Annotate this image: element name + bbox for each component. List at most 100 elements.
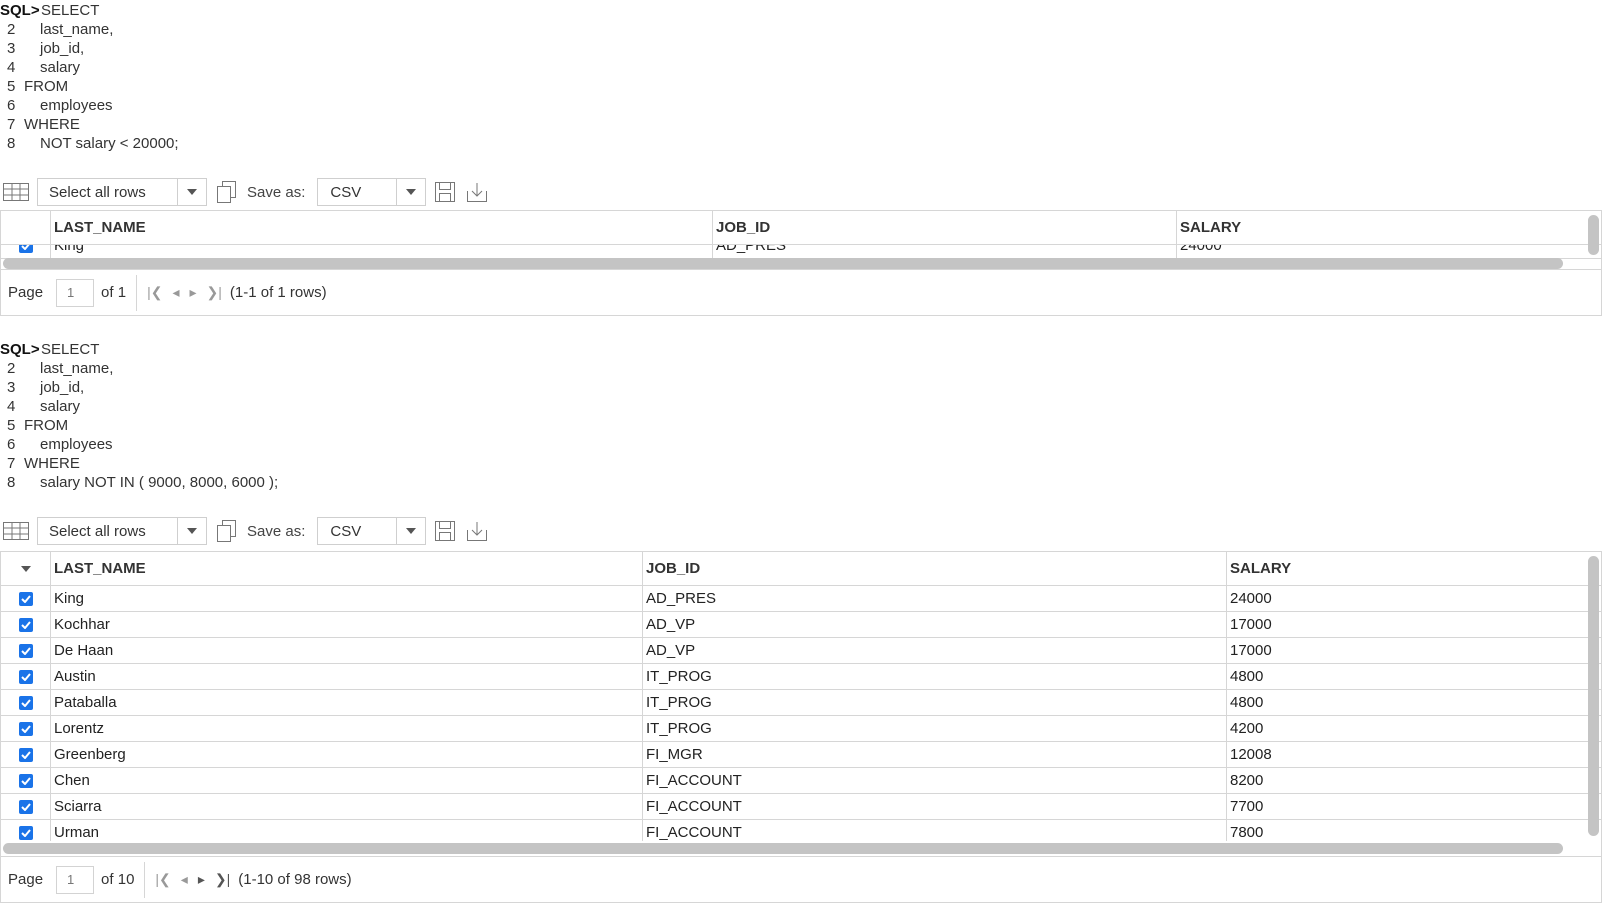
first-page-icon[interactable]: |❮	[155, 871, 170, 888]
checkbox-checked-icon[interactable]	[18, 591, 33, 606]
vertical-scrollbar[interactable]	[1588, 215, 1599, 255]
table-row[interactable]: Urman FI_ACCOUNT 7800	[1, 820, 1601, 841]
sql-prompt: SQL>	[0, 2, 40, 19]
table-row[interactable]: Lorentz IT_PROG 4200	[1, 716, 1601, 742]
row-checkbox[interactable]	[1, 794, 50, 819]
row-checkbox[interactable]	[1, 612, 50, 637]
last-page-icon[interactable]: ❯|	[207, 284, 222, 301]
pagination-bar-2: Page 1 of 10 |❮ ◂ ▸ ❯| (1-10 of 98 rows)	[0, 857, 1602, 903]
next-page-icon[interactable]: ▸	[189, 284, 196, 301]
checkbox-checked-icon[interactable]	[18, 643, 33, 658]
table-row[interactable]: De Haan AD_VP 17000	[1, 638, 1601, 664]
row-checkbox[interactable]	[1, 716, 50, 741]
cell-last-name: De Haan	[50, 638, 642, 663]
export-format-dropdown[interactable]: CSV	[317, 517, 427, 545]
cell-job-id: AD_VP	[642, 612, 1226, 637]
table-header: LAST_NAME JOB_ID SALARY	[1, 552, 1601, 586]
column-header-last-name[interactable]: LAST_NAME	[50, 552, 642, 585]
checkbox-checked-icon[interactable]	[18, 825, 33, 840]
row-checkbox[interactable]	[1, 820, 50, 841]
download-icon[interactable]	[464, 179, 490, 205]
cell-salary: 24000	[1226, 586, 1589, 611]
cell-last-name: Kochhar	[50, 612, 642, 637]
horizontal-scrollbar[interactable]	[3, 843, 1563, 854]
row-checkbox[interactable]	[1, 586, 50, 611]
column-header-job-id[interactable]: JOB_ID	[642, 552, 1226, 585]
sql-code: employees	[40, 436, 113, 453]
checkbox-checked-icon[interactable]	[18, 773, 33, 788]
row-count: (1-1 of 1 rows)	[229, 284, 327, 301]
sql-line: 3 job_id,	[0, 39, 179, 58]
cell-last-name: Urman	[50, 820, 642, 841]
table-row[interactable]: King AD_PRES 24000	[1, 586, 1601, 612]
row-checkbox[interactable]	[1, 664, 50, 689]
next-page-icon[interactable]: ▸	[198, 871, 205, 888]
row-checkbox[interactable]	[1, 245, 50, 258]
last-page-icon[interactable]: ❯|	[215, 871, 230, 888]
page-number-input[interactable]: 1	[56, 278, 95, 307]
vertical-scrollbar[interactable]	[1588, 556, 1599, 836]
cell-salary: 8200	[1226, 768, 1589, 793]
save-icon[interactable]	[432, 518, 458, 544]
sql-line: SQL>SELECT	[0, 1, 179, 20]
sql-line: SQL>SELECT	[0, 340, 278, 359]
cell-job-id: IT_PROG	[642, 716, 1226, 741]
export-format-dropdown[interactable]: CSV	[317, 178, 427, 206]
column-header-salary[interactable]: SALARY	[1176, 211, 1589, 244]
pagination-bar-1: Page 1 of 1 |❮ ◂ ▸ ❯| (1-1 of 1 rows)	[0, 270, 1602, 316]
column-header-salary[interactable]: SALARY	[1226, 552, 1589, 585]
checkbox-checked-icon[interactable]	[18, 245, 33, 253]
column-header-job-id[interactable]: JOB_ID	[712, 211, 1176, 244]
table-row[interactable]: Chen FI_ACCOUNT 8200	[1, 768, 1601, 794]
row-selection-dropdown[interactable]: Select all rows	[37, 517, 207, 545]
row-checkbox[interactable]	[1, 638, 50, 663]
sql-line: 6 employees	[0, 435, 278, 454]
copy-icon[interactable]	[215, 180, 239, 204]
copy-icon[interactable]	[215, 519, 239, 543]
download-icon[interactable]	[464, 518, 490, 544]
checkbox-checked-icon[interactable]	[18, 799, 33, 814]
checkbox-checked-icon[interactable]	[18, 721, 33, 736]
cell-job-id: FI_MGR	[642, 742, 1226, 767]
page-label: Page	[8, 284, 44, 301]
row-selection-dropdown[interactable]: Select all rows	[37, 178, 207, 206]
prev-page-icon[interactable]: ◂	[172, 284, 179, 301]
line-number: 5	[7, 78, 16, 95]
save-icon[interactable]	[432, 179, 458, 205]
chevron-down-icon[interactable]	[396, 518, 425, 544]
column-header-last-name[interactable]: LAST_NAME	[50, 211, 712, 244]
table-row[interactable]: Sciarra FI_ACCOUNT 7700	[1, 794, 1601, 820]
cell-job-id: FI_ACCOUNT	[642, 820, 1226, 841]
grid-icon[interactable]	[3, 521, 29, 541]
chevron-down-icon[interactable]	[177, 179, 206, 205]
table-row[interactable]: Pataballa IT_PROG 4800	[1, 690, 1601, 716]
checkbox-checked-icon[interactable]	[18, 617, 33, 632]
grid-icon[interactable]	[3, 182, 29, 202]
line-number: 5	[7, 417, 16, 434]
prev-page-icon[interactable]: ◂	[181, 871, 188, 888]
row-checkbox[interactable]	[1, 768, 50, 793]
checkbox-checked-icon[interactable]	[18, 669, 33, 684]
row-checkbox[interactable]	[1, 742, 50, 767]
first-page-icon[interactable]: |❮	[147, 284, 162, 301]
sql-code: SELECT	[41, 2, 100, 19]
cell-last-name: Pataballa	[50, 690, 642, 715]
chevron-down-icon[interactable]	[20, 565, 32, 573]
checkbox-checked-icon[interactable]	[18, 747, 33, 762]
line-number: 8	[7, 474, 16, 491]
table-row[interactable]: Kochhar AD_VP 17000	[1, 612, 1601, 638]
row-checkbox[interactable]	[1, 690, 50, 715]
table-row[interactable]: King AD_PRES 24000	[1, 245, 1601, 259]
page-total: of 10	[101, 871, 135, 888]
sql-code: WHERE	[24, 455, 80, 472]
chevron-down-icon[interactable]	[177, 518, 206, 544]
chevron-down-icon[interactable]	[396, 179, 425, 205]
table-row[interactable]: Austin IT_PROG 4800	[1, 664, 1601, 690]
table-row[interactable]: Greenberg FI_MGR 12008	[1, 742, 1601, 768]
page-number-input[interactable]: 1	[56, 865, 95, 894]
checkbox-checked-icon[interactable]	[18, 695, 33, 710]
select-column-header[interactable]	[1, 552, 50, 585]
cell-salary: 17000	[1226, 638, 1589, 663]
horizontal-scrollbar[interactable]	[3, 258, 1563, 269]
table-body: King AD_PRES 24000	[1, 245, 1601, 259]
